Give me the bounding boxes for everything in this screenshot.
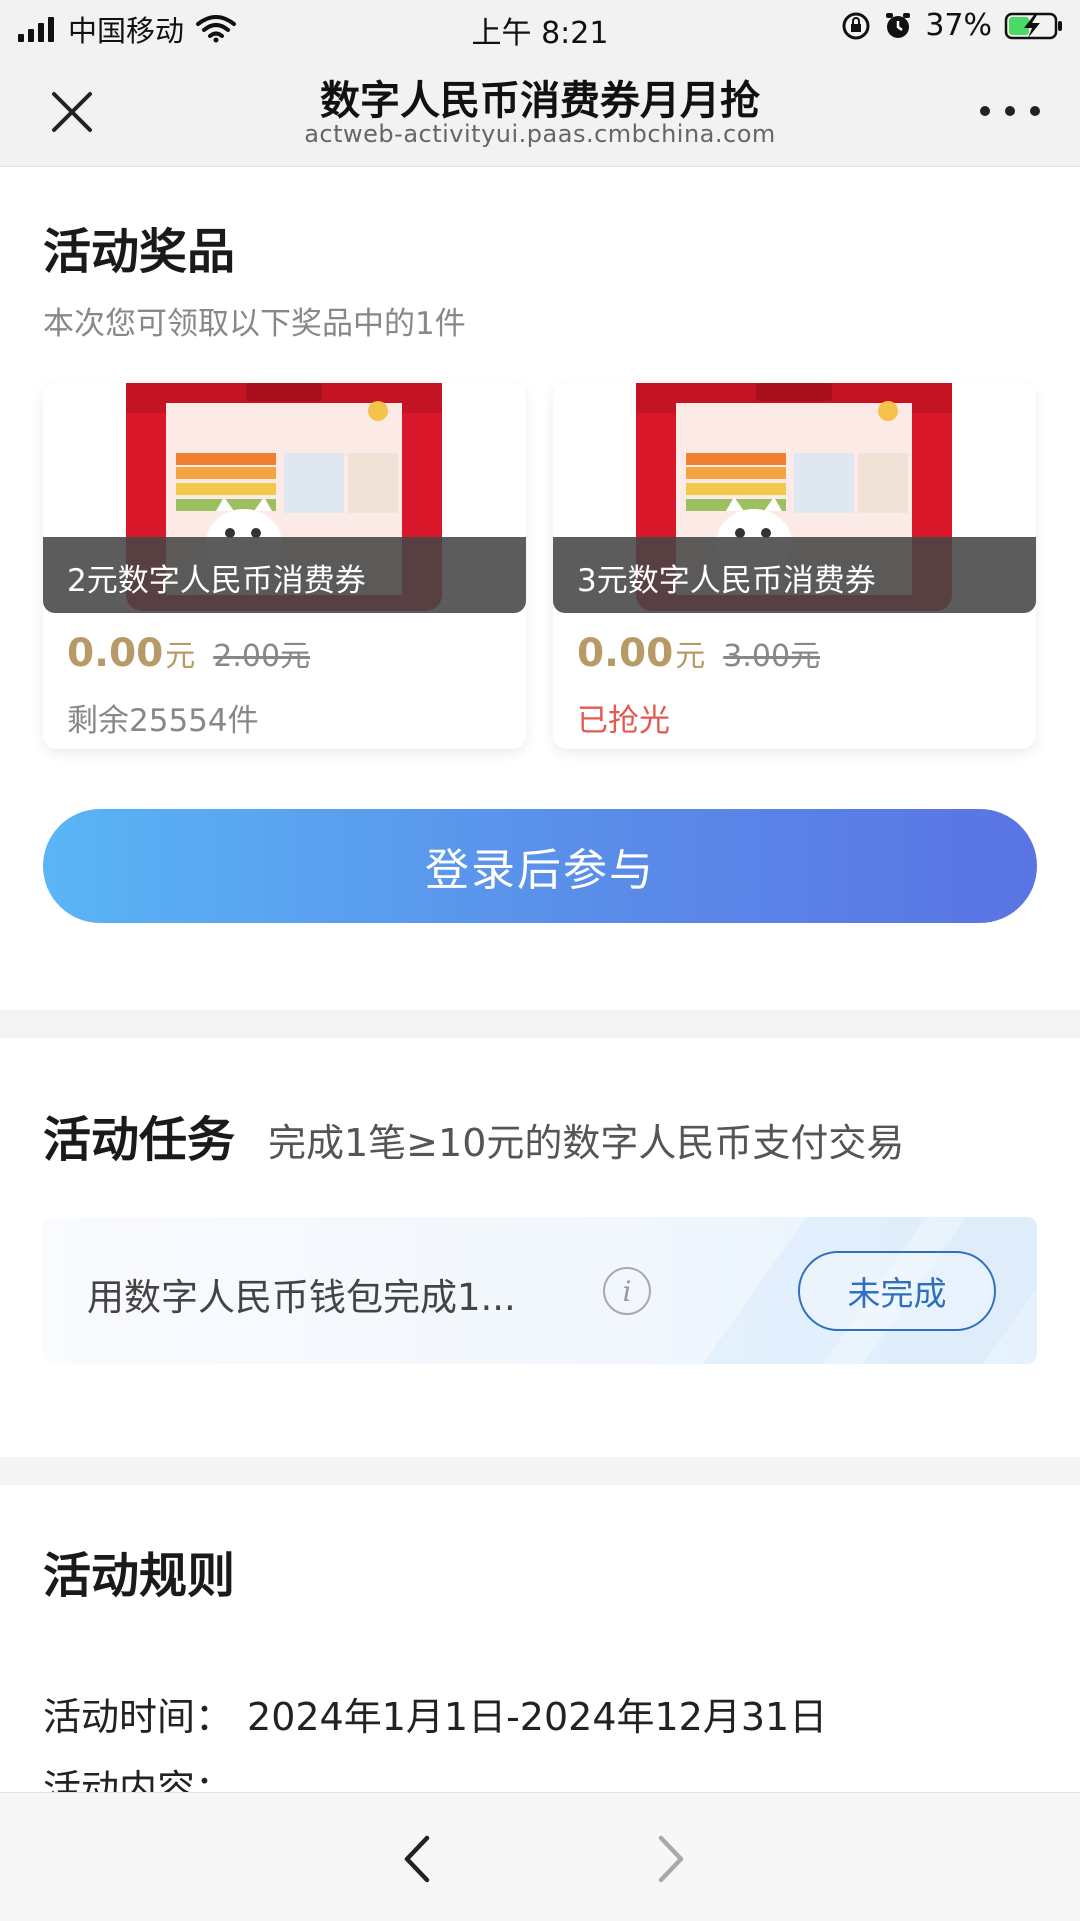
login-participate-button[interactable]: 登录后参与 <box>43 809 1037 923</box>
prize-name: 3元数字人民币消费券 <box>577 563 876 599</box>
task-title: 活动任务 <box>43 1112 236 1168</box>
section-divider <box>0 1457 1080 1485</box>
login-button-label: 登录后参与 <box>425 845 655 896</box>
rule-time-label: 活动时间： <box>43 1695 234 1739</box>
task-status-label: 未完成 <box>847 1274 947 1313</box>
chevron-left-icon <box>404 1835 430 1883</box>
task-status-button[interactable]: 未完成 <box>798 1251 996 1331</box>
price-unit: 元 <box>675 639 706 674</box>
page-url: actweb-activityui.paas.cmbchina.com <box>304 120 776 148</box>
rules-title: 活动规则 <box>43 1548 236 1604</box>
bottom-nav-bar <box>0 1792 1080 1921</box>
close-icon <box>52 92 92 132</box>
current-price: 0.00 <box>67 631 164 676</box>
rule-time-value: 2024年1月1日-2024年12月31日 <box>247 1695 828 1739</box>
task-card: 用数字人民币钱包完成1... i 未完成 <box>43 1217 1037 1364</box>
info-icon[interactable]: i <box>603 1267 651 1315</box>
current-price: 0.00 <box>577 631 674 676</box>
prize-card[interactable]: 3元数字人民币消费券 0.00 元 3.00元 已抢光 <box>553 383 1036 749</box>
forward-button[interactable] <box>642 1829 702 1889</box>
rule-time-line: 活动时间： 2024年1月1日-2024年12月31日 <box>43 1686 827 1741</box>
prizes-title: 活动奖品 <box>43 224 236 280</box>
section-divider <box>0 1010 1080 1038</box>
alarm-icon <box>886 12 911 38</box>
more-dot-icon <box>1030 106 1040 116</box>
back-button[interactable] <box>386 1829 446 1889</box>
task-description: 完成1笔≥10元的数字人民币支付交易 <box>268 1121 905 1165</box>
nav-bar: 数字人民币消费券月月抢 actweb-activityui.paas.cmbch… <box>0 54 1080 167</box>
prize-banner: 3元数字人民币消费券 <box>553 537 1036 613</box>
prize-banner: 2元数字人民币消费券 <box>43 537 526 613</box>
prize-name: 2元数字人民币消费券 <box>67 563 366 599</box>
task-text: 用数字人民币钱包完成1... <box>87 1276 516 1319</box>
more-dot-icon <box>980 106 990 116</box>
battery-percent: 37% <box>925 8 992 43</box>
page-title: 数字人民币消费券月月抢 <box>320 78 760 124</box>
status-bar: 中国移动 上午 8:21 37% <box>0 0 1080 54</box>
status-right: 37% <box>841 8 1064 43</box>
prize-price: 0.00 元 3.00元 <box>577 631 820 676</box>
more-dot-icon <box>1005 106 1015 116</box>
prize-stock: 剩余25554件 <box>67 703 259 739</box>
more-button[interactable] <box>980 94 1040 128</box>
rotation-lock-icon <box>842 12 870 39</box>
prize-price: 0.00 元 2.00元 <box>67 631 310 676</box>
price-unit: 元 <box>165 639 196 674</box>
close-button[interactable] <box>44 84 100 140</box>
original-price: 3.00元 <box>723 639 821 674</box>
chevron-right-icon <box>658 1835 684 1883</box>
prizes-subtitle: 本次您可领取以下奖品中的1件 <box>43 306 466 342</box>
original-price: 2.00元 <box>213 639 311 674</box>
prize-card[interactable]: 2元数字人民币消费券 0.00 元 2.00元 剩余25554件 <box>43 383 526 749</box>
prize-stock: 已抢光 <box>577 703 670 739</box>
battery-charging-icon <box>1004 12 1062 39</box>
